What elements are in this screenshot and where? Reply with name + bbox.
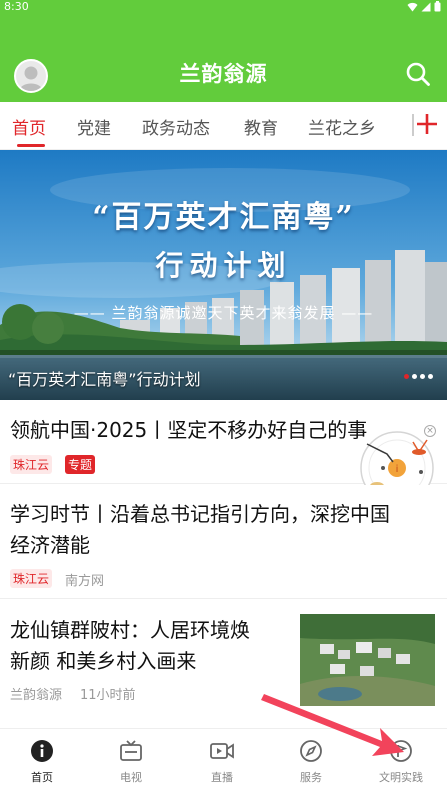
tv-icon (120, 740, 142, 761)
nav-tv[interactable]: 电视 (101, 739, 161, 785)
tab-government-news[interactable]: 政务动态 (142, 114, 210, 139)
app-title: 兰韵翁源 (179, 62, 268, 86)
svg-text:i: i (396, 464, 399, 475)
carousel-dot (428, 374, 433, 379)
banner-subheadline: 行动计划 (155, 249, 292, 282)
bottom-navigation: 首页 电视 直播 服务 文明实践 (0, 728, 447, 792)
nav-home-label: 首页 (31, 771, 53, 784)
battery-icon (434, 1, 441, 12)
news-source: 南方网 (65, 574, 105, 589)
wifi-icon (407, 2, 418, 11)
active-tab-indicator (17, 144, 45, 147)
news-title-line2: 新颜 和美乡村入画来 (10, 649, 197, 673)
news-time: 11小时前 (80, 688, 136, 703)
nav-tv-label: 电视 (120, 771, 142, 784)
carousel-dot (420, 374, 425, 379)
status-icons (407, 1, 441, 12)
news-source-tag: 珠江云 (10, 569, 53, 588)
news-title: 领航中国·2025丨坚定不移办好自己的事 (10, 418, 368, 442)
info-circle-icon (31, 740, 53, 762)
tab-home[interactable]: 首页 (12, 114, 46, 139)
nav-civilization-practice-label: 文明实践 (379, 771, 423, 784)
nav-live[interactable]: 直播 (192, 739, 252, 785)
tab-party-building[interactable]: 党建 (77, 114, 111, 139)
news-source: 兰韵翁源 (10, 688, 63, 703)
tab-orchid-town[interactable]: 兰花之乡 (308, 114, 376, 139)
search-icon[interactable] (405, 61, 431, 87)
app-header: 兰韵翁源 (0, 14, 447, 102)
carousel-dot (404, 374, 409, 379)
carousel-dot (412, 374, 417, 379)
tab-education[interactable]: 教育 (244, 114, 278, 139)
news-title-line1: 学习时节丨沿着总书记指引方向，深挖中国 (10, 502, 390, 526)
video-camera-icon (210, 743, 234, 759)
channel-tabs: 首页 党建 政务动态 教育 兰花之乡 (0, 102, 447, 150)
nav-live-label: 直播 (211, 771, 233, 784)
flag-circle-icon (390, 740, 412, 762)
tab-divider (412, 114, 414, 136)
news-thumbnail[interactable] (300, 614, 435, 706)
nav-home[interactable]: 首页 (12, 739, 72, 785)
banner-carousel[interactable]: “百万英才汇南粤” 行动计划 —— 兰韵翁源诚邀天下英才来翁发展 —— (0, 150, 447, 400)
status-time: 8:30 (4, 0, 29, 13)
close-icon[interactable]: × (424, 425, 436, 437)
news-thumbnail-image (300, 614, 435, 706)
nav-services-label: 服务 (300, 771, 322, 784)
news-topic-tag: 专题 (65, 455, 96, 474)
news-title-line1: 龙仙镇群陂村：人居环境焕 (10, 618, 250, 642)
signal-icon (421, 2, 431, 11)
news-title-line2: 经济潜能 (10, 533, 90, 557)
nav-civilization-practice[interactable]: 文明实践 (371, 739, 431, 785)
carousel-indicator (404, 374, 433, 379)
banner-headline: “百万英才汇南粤” (92, 200, 355, 235)
status-bar: 8:30 (0, 0, 447, 14)
banner-caption[interactable]: “百万英才汇南粤”行动计划 (8, 366, 201, 390)
banner-slogan: —— 兰韵翁源诚邀天下英才来翁发展 —— (73, 304, 374, 322)
news-item[interactable]: 学习时节丨沿着总书记指引方向，深挖中国 经济潜能 珠江云 南方网 (0, 485, 447, 599)
add-channel-icon[interactable] (416, 113, 438, 135)
compass-icon (300, 740, 322, 762)
nav-services[interactable]: 服务 (281, 739, 341, 785)
news-source-tag: 珠江云 (10, 455, 53, 474)
